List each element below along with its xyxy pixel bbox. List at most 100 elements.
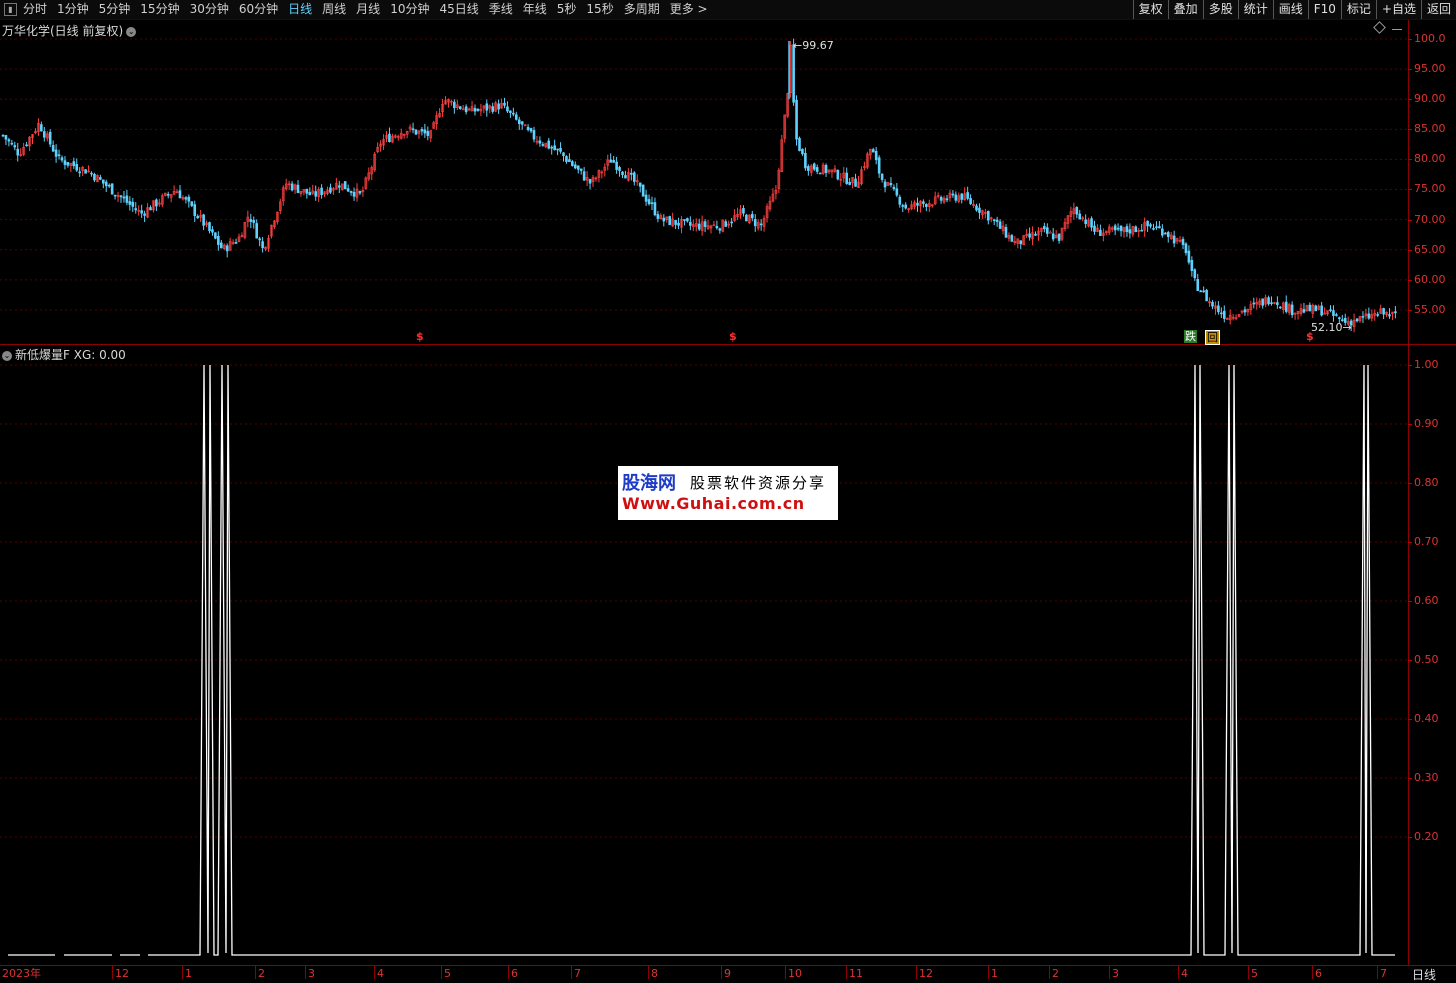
candle-body (458, 106, 462, 109)
candle-body (1276, 302, 1279, 305)
candle-body (329, 187, 332, 193)
candle-body (939, 197, 943, 201)
x-tick-label: 2023年 (2, 967, 41, 980)
candle-body (730, 221, 733, 224)
candle-body (249, 219, 253, 222)
candle-body (553, 145, 556, 151)
candle-body (960, 193, 964, 200)
pullback-badge[interactable]: 回 (1205, 330, 1220, 345)
candle-body (689, 221, 692, 226)
candle-body (90, 172, 93, 175)
candle-body (1078, 213, 1082, 220)
candle-body (1140, 229, 1143, 232)
candle-body (1211, 301, 1214, 307)
signal-mark[interactable]: $ (729, 330, 737, 343)
indicator-y-tick: 1.00 (1408, 359, 1456, 371)
candle-body (1034, 233, 1037, 236)
candle-body (854, 178, 857, 187)
candle-body (686, 218, 689, 222)
candle-body (119, 195, 123, 198)
candle-body (214, 232, 217, 239)
y-tick-label: 70.00 (1408, 214, 1456, 226)
candle-body (196, 216, 199, 219)
candle-body (1252, 302, 1256, 305)
x-tick-label: 3 (305, 965, 315, 980)
x-tick-label: 7 (571, 965, 581, 980)
candle-body (57, 154, 61, 156)
fall-badge[interactable]: 跌 (1184, 330, 1197, 343)
candle-body (131, 201, 135, 207)
signal-mark[interactable]: $ (416, 330, 424, 343)
candle-body (978, 207, 981, 213)
candle-body (305, 188, 309, 194)
candle-body (125, 195, 129, 203)
candle-body (812, 163, 816, 170)
chevron-down-icon[interactable]: ⌄ (126, 26, 137, 37)
candle-body (529, 128, 533, 132)
candle-body (573, 164, 577, 169)
candle-body (1116, 227, 1120, 230)
candle-body (922, 201, 925, 204)
signal-mark[interactable]: $ (1306, 330, 1314, 343)
candle-body (1270, 302, 1273, 304)
candle-body (647, 199, 651, 205)
candle-body (423, 129, 427, 134)
high-price-value: 99.67 (802, 39, 834, 52)
candle-body (140, 210, 143, 214)
x-tick-label: 11 (846, 965, 863, 980)
candle-body (630, 172, 633, 175)
candle-body (1261, 298, 1264, 306)
x-tick-label: 5 (1248, 965, 1258, 980)
candle-body (818, 172, 822, 175)
candle-body (217, 235, 220, 245)
candle-body (668, 216, 672, 226)
candle-body (889, 182, 893, 186)
candle-body (1046, 227, 1049, 234)
candle-body (824, 165, 828, 174)
candle-body (1184, 243, 1188, 254)
candle-body (1308, 304, 1312, 312)
candle-body (582, 171, 586, 181)
period-indicator-label[interactable]: 日线 (1412, 966, 1436, 983)
candle-body (1290, 304, 1294, 316)
candle-body (1302, 309, 1306, 313)
candle-body (63, 160, 67, 165)
candle-body (992, 219, 996, 222)
candle-body (579, 168, 583, 171)
candle-body (683, 219, 686, 221)
candle-body (503, 102, 506, 106)
candle-body (998, 221, 1002, 229)
candle-body (84, 169, 87, 174)
candle-body (568, 159, 571, 163)
x-tick-label: 6 (1312, 965, 1322, 980)
candle-body (343, 181, 347, 190)
candle-body (187, 196, 191, 202)
candle-body (562, 152, 565, 157)
indicator-y-tick: 0.80 (1408, 477, 1456, 489)
candle-body (556, 148, 559, 151)
chevron-down-icon[interactable]: ⌄ (2, 350, 12, 361)
main-chart-title[interactable]: 万华化学(日线 前复权) ⌄ (2, 22, 137, 39)
candle-body (632, 172, 636, 182)
candle-body (1267, 297, 1270, 305)
candle-body (113, 194, 117, 197)
candle-body (48, 131, 52, 145)
candle-body (1128, 229, 1132, 234)
indicator-title[interactable]: ⌄ 新低爆量F XG: 0.00 (2, 346, 126, 363)
minimize-icon[interactable] (1392, 29, 1402, 30)
x-tick-label: 5 (441, 965, 451, 980)
candle-body (184, 197, 188, 200)
candle-body (644, 194, 648, 202)
candle-body (102, 179, 105, 184)
candle-body (1332, 310, 1335, 316)
candle-body (149, 207, 152, 211)
y-tick-label: 100.0 (1408, 33, 1456, 45)
candle-body (618, 167, 621, 171)
candle-body (193, 204, 197, 216)
candle-body (759, 223, 763, 226)
candle-body (128, 201, 132, 205)
candle-body (1113, 225, 1117, 231)
x-tick-label: 4 (374, 965, 384, 980)
stock-name-label: 万华化学(日线 前复权) (2, 24, 124, 38)
candle-body (801, 148, 804, 155)
